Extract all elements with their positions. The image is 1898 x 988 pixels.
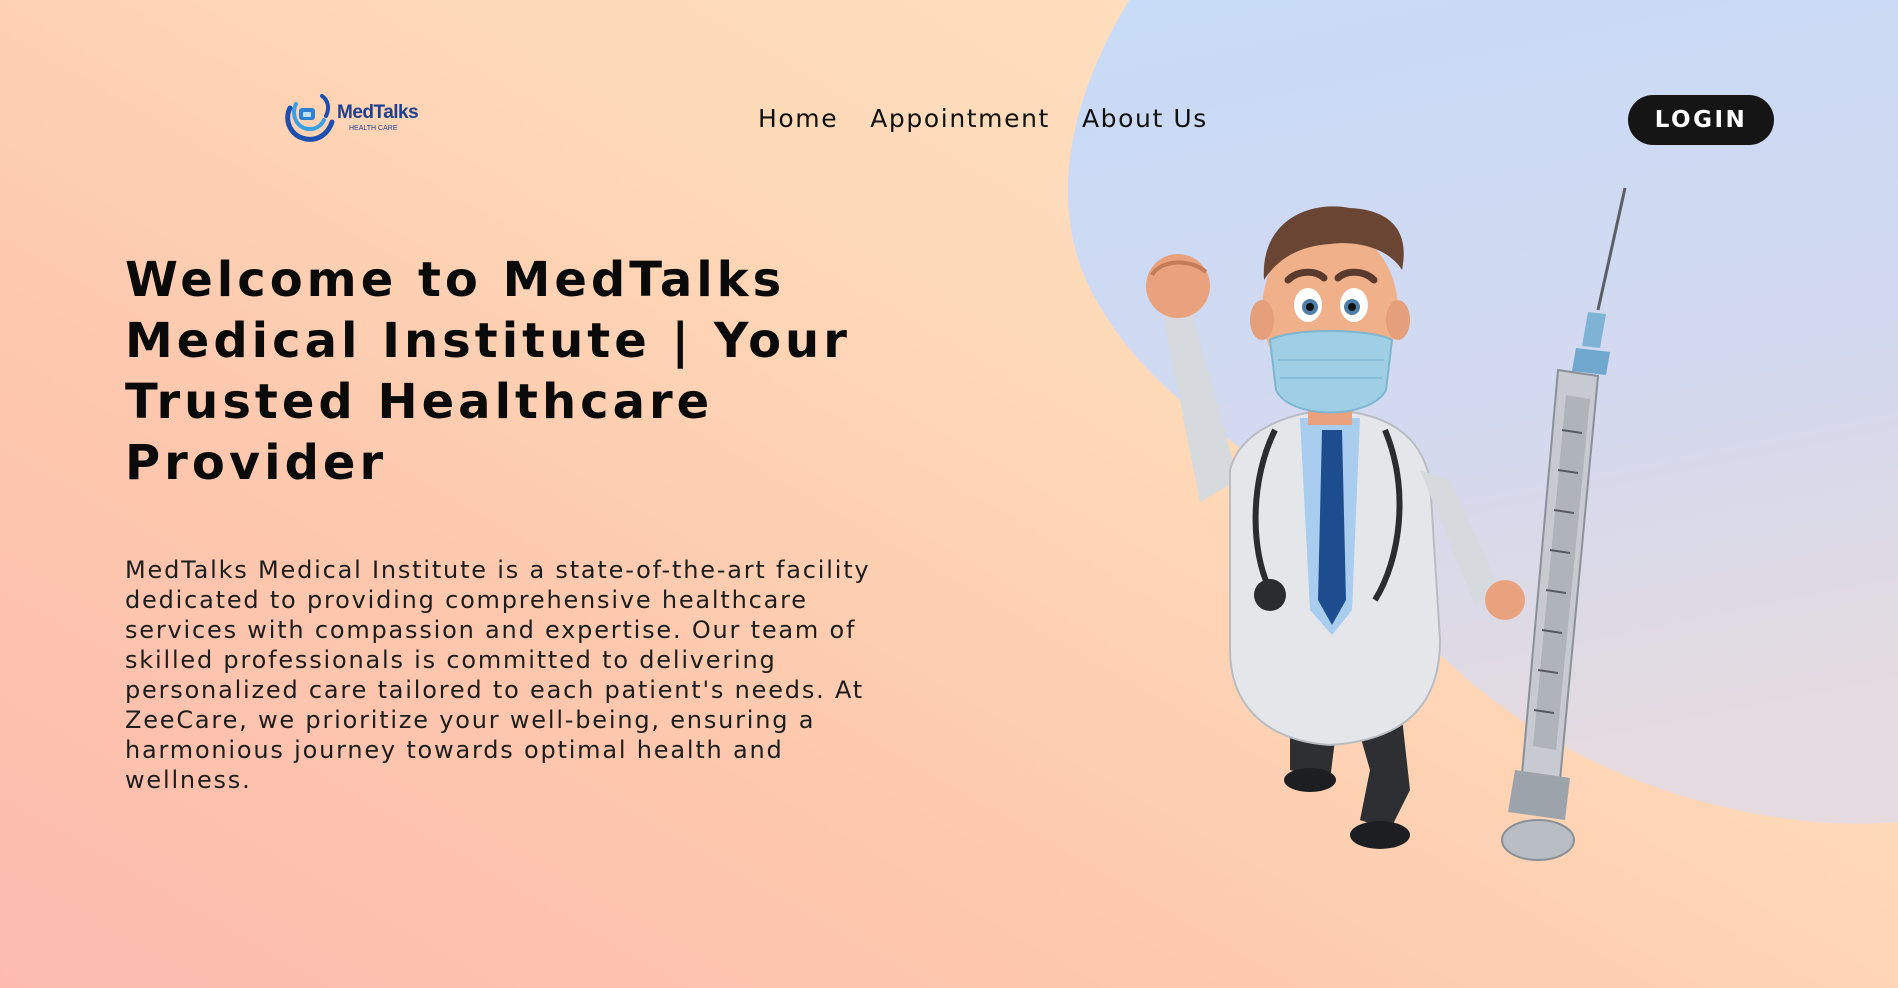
login-button[interactable]: LOGIN	[1628, 95, 1774, 145]
nav-link-appointment[interactable]: Appointment	[870, 104, 1050, 133]
brand-tagline: HEALTH CARE	[349, 125, 398, 132]
hero-title: Welcome to MedTalks Medical Institute | …	[125, 252, 851, 491]
doctor-illustration	[1120, 180, 1640, 880]
navbar: MedTalks HEALTH CARE Home Appointment Ab…	[0, 0, 1898, 240]
hero-section: Welcome to MedTalks Medical Institute | …	[125, 250, 915, 794]
logo-hands-icon	[285, 94, 335, 142]
hero-description: MedTalks Medical Institute is a state-of…	[125, 556, 871, 794]
brand-name: MedTalks	[337, 102, 419, 123]
brand-logo[interactable]: MedTalks HEALTH CARE	[282, 90, 422, 142]
main-nav: Home Appointment About Us	[758, 104, 1208, 133]
nav-link-about-us[interactable]: About Us	[1082, 104, 1208, 133]
nav-link-home[interactable]: Home	[758, 104, 838, 133]
